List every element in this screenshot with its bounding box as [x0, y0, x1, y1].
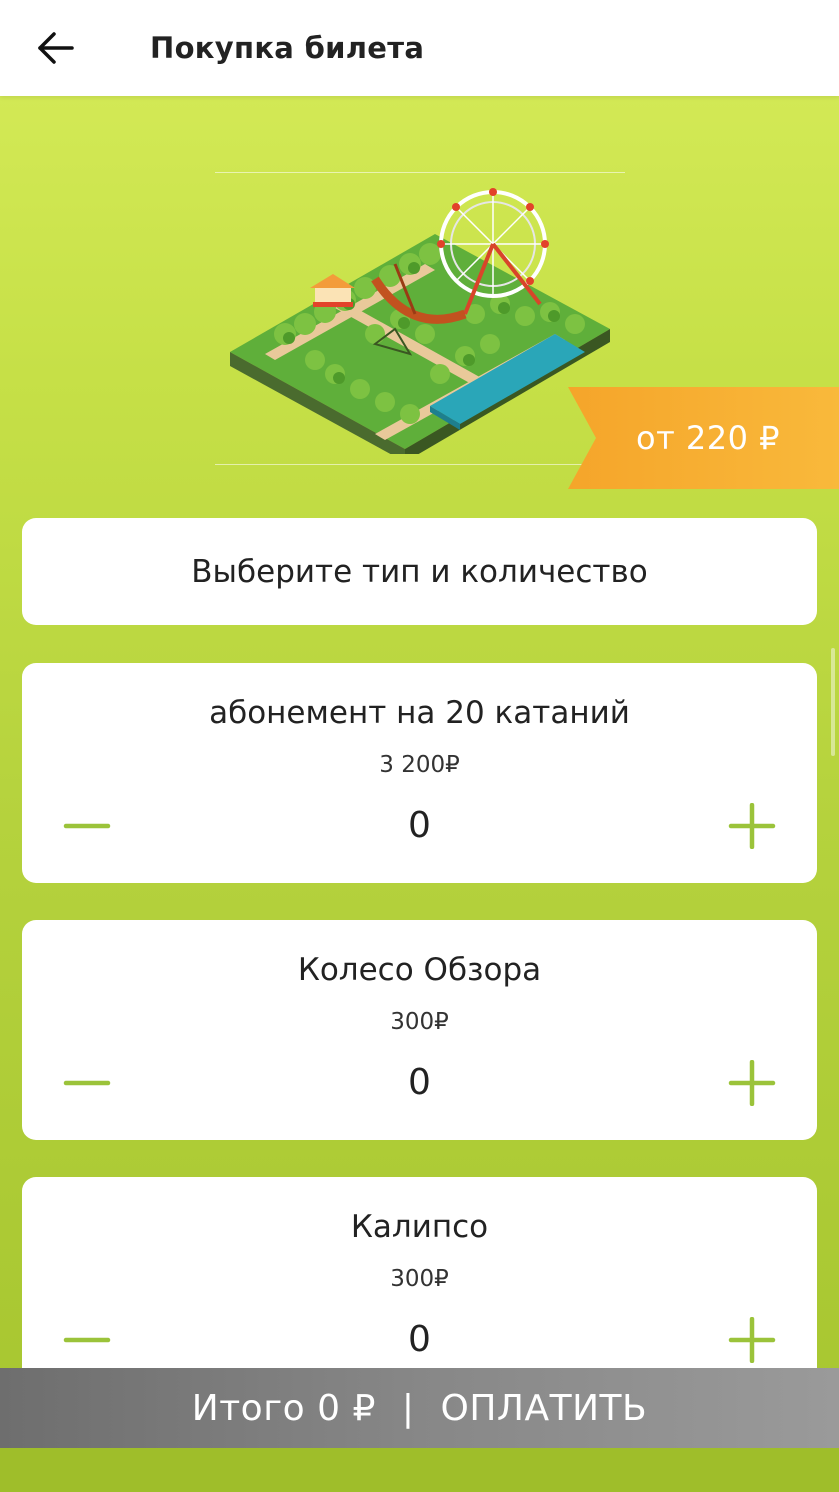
- total-amount: Итого 0 ₽: [191, 1388, 376, 1429]
- arrow-left-icon: [38, 32, 74, 64]
- increment-button[interactable]: [723, 1316, 779, 1364]
- plus-icon: [728, 1316, 776, 1364]
- hero-banner: от 220 ₽: [0, 96, 839, 506]
- hero-divider-bottom: [215, 464, 625, 465]
- choose-type-card: Выберите тип и количество: [22, 518, 817, 625]
- pay-separator: |: [401, 1388, 415, 1429]
- app-bar: Покупка билета: [0, 0, 839, 96]
- pay-button[interactable]: Итого 0 ₽ | ОПЛАТИТЬ: [0, 1368, 839, 1448]
- page-title: Покупка билета: [150, 31, 425, 65]
- quantity-value: 0: [408, 1062, 431, 1103]
- ticket-price: 3 200₽: [379, 752, 460, 778]
- ticket-price: 300₽: [390, 1266, 449, 1292]
- ticket-card: Калипсо 300₽ 0: [22, 1177, 817, 1397]
- hero-divider-top: [215, 172, 625, 173]
- increment-button[interactable]: [723, 802, 779, 850]
- pay-action-label: ОПЛАТИТЬ: [440, 1388, 648, 1429]
- choose-type-label: Выберите тип и количество: [191, 554, 648, 590]
- amusement-park-illustration: [230, 188, 610, 454]
- increment-button[interactable]: [723, 1059, 779, 1107]
- ticket-card: Колесо Обзора 300₽ 0: [22, 920, 817, 1140]
- quantity-value: 0: [408, 1319, 431, 1360]
- ticket-card: абонемент на 20 катаний 3 200₽ 0: [22, 663, 817, 883]
- ticket-name: Калипсо: [350, 1209, 489, 1245]
- plus-icon: [728, 802, 776, 850]
- ticket-name: Колесо Обзора: [297, 952, 542, 988]
- pay-button-label: Итого 0 ₽ | ОПЛАТИТЬ: [0, 1386, 839, 1432]
- price-from-label: от 220 ₽: [636, 419, 780, 457]
- ticket-price: 300₽: [390, 1009, 449, 1035]
- quantity-value: 0: [408, 805, 431, 846]
- scrollbar-thumb[interactable]: [831, 648, 835, 756]
- ticket-name: абонемент на 20 катаний: [209, 695, 630, 731]
- bottom-strip: [0, 1448, 839, 1492]
- back-button[interactable]: [30, 28, 80, 68]
- plus-icon: [728, 1059, 776, 1107]
